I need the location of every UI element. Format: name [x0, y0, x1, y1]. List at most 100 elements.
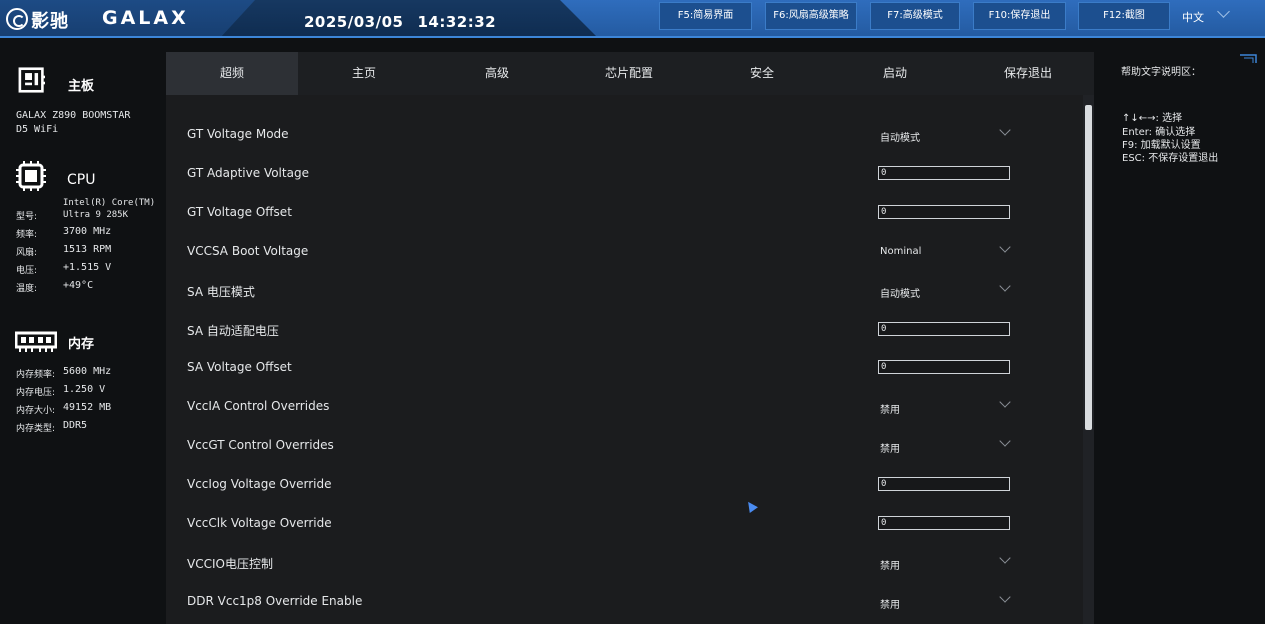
cpu-model-line2: Ultra 9 285K	[63, 210, 129, 220]
memory-freq-label: 内存频率:	[16, 370, 56, 380]
memory-size-label: 内存大小:	[16, 406, 56, 416]
cpu-model-line1: Intel(R) Core(TM)	[63, 198, 156, 208]
setting-label: DDR Vcc1p8 Override Enable	[187, 594, 363, 608]
cpu-voltage-value: +1.515 V	[63, 262, 112, 273]
setting-select-value[interactable]: 禁用	[880, 440, 900, 455]
memory-module-icon	[15, 331, 57, 352]
setting-row[interactable]: DDR Vcc1p8 Override Enable 禁用	[166, 582, 1083, 621]
setting-label: VccGT Control Overrides	[187, 438, 334, 452]
memory-freq-value: 5600 MHz	[63, 366, 112, 377]
tab-main[interactable]: 主页	[298, 52, 430, 95]
language-selector[interactable]: 中文	[1182, 9, 1204, 25]
setting-select-value[interactable]: 禁用	[880, 596, 900, 611]
setting-label: GT Adaptive Voltage	[187, 166, 309, 180]
setting-number-input[interactable]: 0	[878, 166, 1010, 180]
f6-fan-strategy-button[interactable]: F6:风扇高级策略	[765, 2, 857, 30]
datetime: 2025/03/05 14:32:32	[304, 13, 496, 31]
cpu-fan-label: 风扇:	[16, 248, 38, 258]
setting-number-input[interactable]: 0	[878, 360, 1010, 374]
cpu-model-label: 型号:	[16, 212, 38, 222]
chevron-down-icon[interactable]	[999, 552, 1011, 564]
memory-type-value: DDR5	[63, 420, 88, 431]
tab-save-exit[interactable]: 保存退出	[962, 52, 1094, 95]
cpu-chip-icon	[16, 161, 46, 191]
memory-type-label: 内存类型:	[16, 424, 56, 434]
setting-row[interactable]: GT Adaptive Voltage 0	[166, 154, 1083, 193]
chevron-down-icon[interactable]	[999, 591, 1011, 603]
chevron-down-icon[interactable]	[999, 435, 1011, 447]
setting-label: GT Voltage Offset	[187, 205, 292, 219]
tab-overclock[interactable]: 超频	[166, 52, 298, 95]
header-underline	[0, 36, 1265, 38]
setting-row[interactable]: GT Voltage Offset 0	[166, 193, 1083, 232]
tab-chipset[interactable]: 芯片配置	[563, 52, 695, 95]
setting-row[interactable]: VCCSA Boot Voltage Nominal	[166, 232, 1083, 271]
cpu-fan-value: 1513 RPM	[63, 244, 112, 255]
setting-label: VCCIO电压控制	[187, 557, 273, 571]
tab-boot[interactable]: 启动	[829, 52, 961, 95]
help-title: 帮助文字说明区：	[1121, 67, 1201, 78]
setting-number-input[interactable]: 0	[878, 477, 1010, 491]
setting-select-value[interactable]: 禁用	[880, 401, 900, 416]
memory-voltage-value: 1.250 V	[63, 384, 106, 395]
galax-logo-icon	[6, 8, 28, 30]
setting-label: GT Voltage Mode	[187, 127, 289, 141]
setting-row[interactable]: SA Voltage Offset 0	[166, 348, 1083, 387]
top-bar: 影驰 GALAX 2025/03/05 14:32:32 F5:简易界面 F6:风…	[0, 0, 1265, 38]
help-line-esc: ESC: 不保存设置退出	[1122, 153, 1219, 164]
cpu-temp-label: 温度:	[16, 284, 38, 294]
setting-select-value[interactable]: 自动模式	[880, 129, 920, 144]
setting-row[interactable]: VccIog Voltage Override 0	[166, 465, 1083, 504]
f7-advanced-mode-button[interactable]: F7:高级模式	[870, 2, 960, 30]
setting-label: VccIog Voltage Override	[187, 477, 332, 491]
memory-size-value: 49152 MB	[63, 402, 112, 413]
chevron-down-icon[interactable]	[999, 124, 1011, 136]
settings-list: GT Voltage Mode 自动模式 GT Adaptive Voltage…	[166, 95, 1083, 624]
chevron-down-icon[interactable]	[999, 280, 1011, 292]
setting-row[interactable]: VccClk Voltage Override 0	[166, 504, 1083, 543]
setting-row[interactable]: GT Voltage Mode 自动模式	[166, 115, 1083, 154]
memory-voltage-label: 内存电压:	[16, 388, 56, 398]
corner-decoration-icon	[1240, 54, 1257, 63]
f5-easy-mode-button[interactable]: F5:简易界面	[659, 2, 752, 30]
setting-label: SA 自动适配电压	[187, 324, 279, 338]
cpu-freq-value: 3700 MHz	[63, 226, 112, 237]
setting-number-input[interactable]: 0	[878, 516, 1010, 530]
f10-save-exit-button[interactable]: F10:保存退出	[973, 2, 1066, 30]
setting-label: VCCSA Boot Voltage	[187, 244, 309, 258]
cpu-voltage-label: 电压:	[16, 266, 38, 276]
help-line-navigate: ↑↓←→: 选择	[1122, 113, 1183, 124]
cpu-temp-value: +49°C	[63, 280, 94, 291]
brand-name-cn: 影驰	[31, 11, 69, 32]
setting-row[interactable]: SA 自动适配电压 0	[166, 310, 1083, 349]
setting-select-value[interactable]: 禁用	[880, 557, 900, 572]
system-info-panel: 主板 GALAX Z890 BOOMSTAR D5 WiFi CPU Intel…	[0, 50, 165, 624]
main-tab-bar: 超频 主页 高级 芯片配置 安全 启动 保存退出	[166, 52, 1094, 95]
setting-select-value[interactable]: Nominal	[880, 246, 921, 257]
brand-name-en: GALAX	[102, 7, 189, 29]
setting-number-input[interactable]: 0	[878, 205, 1010, 219]
setting-label: VccClk Voltage Override	[187, 516, 332, 530]
setting-label: SA 电压模式	[187, 285, 255, 299]
chevron-down-icon[interactable]	[999, 241, 1011, 253]
memory-title: 内存	[68, 337, 95, 352]
date-display: 2025/03/05	[304, 13, 404, 31]
setting-row[interactable]: SA 电压模式 自动模式	[166, 271, 1083, 310]
chevron-down-icon[interactable]	[999, 396, 1011, 408]
motherboard-title: 主板	[68, 79, 95, 94]
setting-select-value[interactable]: 自动模式	[880, 285, 920, 300]
cpu-freq-label: 频率:	[16, 230, 38, 240]
settings-scrollbar-thumb[interactable]	[1085, 105, 1092, 430]
setting-row[interactable]: VccIA Control Overrides 禁用	[166, 387, 1083, 426]
motherboard-model-line1: GALAX Z890 BOOMSTAR	[16, 110, 131, 121]
time-display: 14:32:32	[417, 13, 497, 31]
f12-screenshot-button[interactable]: F12:截图	[1078, 2, 1170, 30]
setting-number-input[interactable]: 0	[878, 322, 1010, 336]
tab-advanced[interactable]: 高级	[431, 52, 563, 95]
tab-security[interactable]: 安全	[696, 52, 828, 95]
motherboard-icon	[18, 67, 45, 93]
setting-row[interactable]: VCCIO电压控制 禁用	[166, 543, 1083, 582]
help-panel: 帮助文字说明区： ↑↓←→: 选择 Enter: 确认选择 F9: 加载默认设置…	[1101, 50, 1265, 624]
setting-label: VccIA Control Overrides	[187, 399, 330, 413]
setting-row[interactable]: VccGT Control Overrides 禁用	[166, 426, 1083, 465]
